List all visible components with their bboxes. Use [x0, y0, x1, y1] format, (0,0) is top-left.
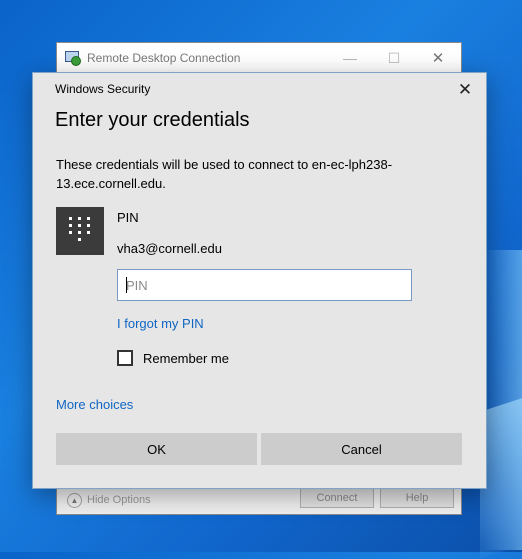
rdc-maximize-button[interactable]: ☐ — [371, 43, 417, 73]
remember-me-checkbox[interactable] — [117, 350, 133, 366]
dialog-heading: Enter your credentials — [55, 109, 250, 131]
windows-security-dialog: Windows Security ✕ Enter your credential… — [32, 72, 487, 489]
pin-keypad-icon — [56, 207, 104, 255]
more-choices-link[interactable]: More choices — [56, 397, 133, 412]
text-caret — [126, 277, 127, 293]
rdc-title: Remote Desktop Connection — [87, 51, 241, 65]
dialog-caption: Windows Security — [55, 82, 151, 96]
username-label: vha3@cornell.edu — [117, 241, 222, 256]
help-button[interactable]: Help — [380, 488, 454, 508]
connect-button[interactable]: Connect — [300, 488, 374, 508]
rdc-minimize-button[interactable]: — — [327, 43, 373, 73]
dialog-description: These credentials will be used to connec… — [56, 157, 393, 191]
hide-options-button[interactable]: ▲ Hide Options — [67, 492, 151, 508]
rdc-titlebar: Remote Desktop Connection — ☐ ✕ — [57, 43, 461, 73]
ok-button[interactable]: OK — [56, 433, 257, 465]
credential-type-label: PIN — [117, 210, 139, 225]
close-icon[interactable]: ✕ — [450, 77, 480, 103]
cancel-button[interactable]: Cancel — [261, 433, 462, 465]
remote-desktop-icon — [65, 50, 81, 66]
remember-me-label: Remember me — [143, 350, 229, 366]
chevron-up-icon: ▲ — [67, 492, 82, 508]
hide-options-label: Hide Options — [87, 494, 151, 506]
forgot-pin-link[interactable]: I forgot my PIN — [117, 316, 204, 331]
pin-input[interactable] — [117, 269, 412, 301]
rdc-footer: ▲ Hide Options Connect Help — [57, 486, 461, 514]
remember-me-option[interactable]: Remember me — [117, 350, 229, 366]
rdc-close-button[interactable]: ✕ — [415, 43, 461, 73]
